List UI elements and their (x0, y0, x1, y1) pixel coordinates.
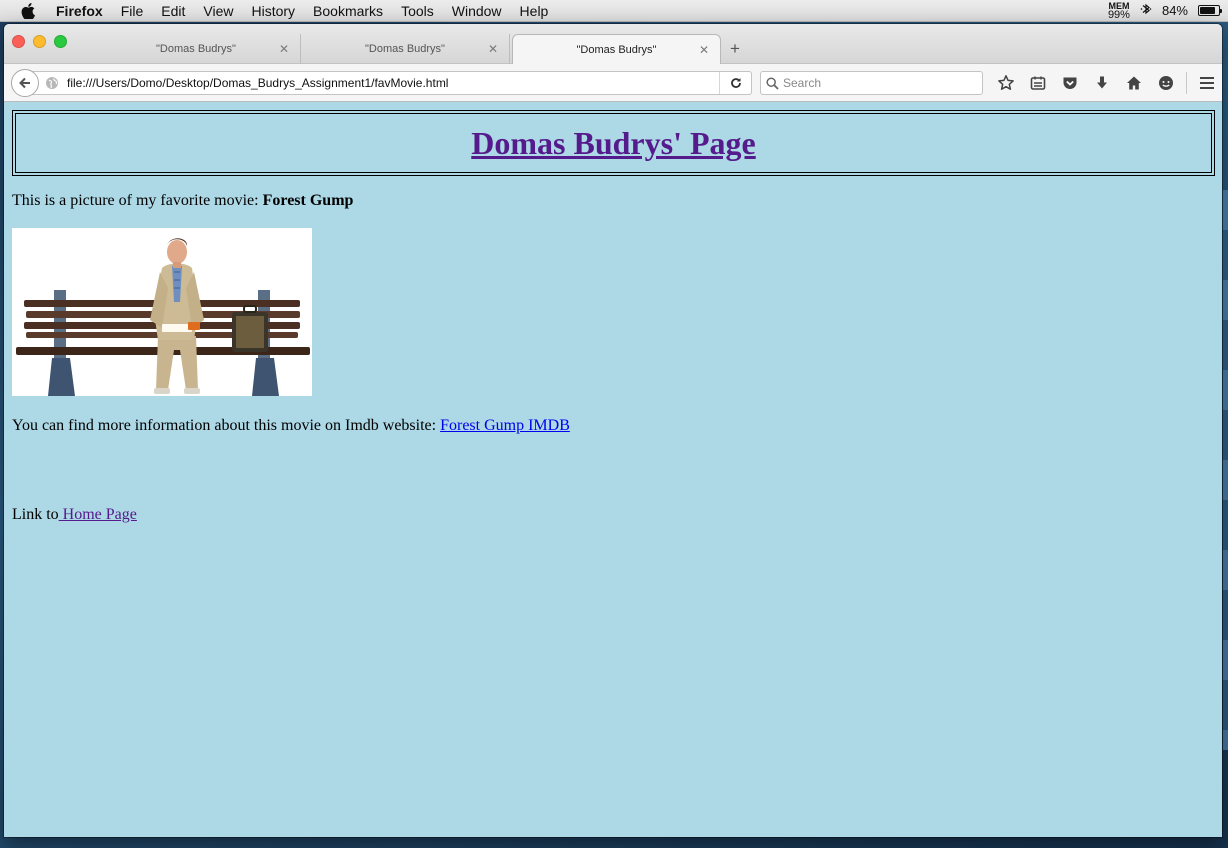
imdb-link[interactable]: Forest Gump IMDB (440, 417, 570, 434)
hamburger-menu-icon[interactable] (1191, 72, 1222, 94)
home-page-link[interactable]: Home Page (59, 506, 137, 523)
minimize-window-button[interactable] (33, 35, 46, 48)
search-bar[interactable] (760, 71, 983, 95)
zoom-window-button[interactable] (54, 35, 67, 48)
menu-firefox[interactable]: Firefox (56, 3, 112, 19)
home-icon[interactable] (1118, 72, 1150, 94)
new-tab-button[interactable]: + (721, 34, 749, 64)
pocket-icon[interactable] (1054, 72, 1086, 94)
close-tab-icon[interactable]: ✕ (698, 43, 710, 57)
memory-indicator[interactable]: MEM 99% (1107, 1, 1130, 21)
memory-value: 99% (1107, 8, 1130, 21)
reload-icon[interactable] (719, 72, 751, 94)
toolbar-icons (990, 72, 1222, 94)
back-button[interactable] (11, 69, 39, 97)
tab-title: "Domas Budrys" (365, 43, 445, 55)
url-bar[interactable]: file:///Users/Domo/Desktop/Domas_Budrys_… (26, 71, 752, 95)
bluetooth-icon[interactable] (1140, 2, 1152, 19)
home-paragraph: Link to Home Page (12, 506, 137, 524)
search-icon (761, 76, 783, 90)
close-tab-icon[interactable]: ✕ (487, 42, 499, 56)
menu-help[interactable]: Help (511, 3, 558, 19)
battery-percentage: 84% (1161, 3, 1188, 18)
link-prefix: Link to (12, 506, 59, 523)
battery-fill (1200, 7, 1216, 14)
browser-window: "Domas Budrys" ✕ "Domas Budrys" ✕ "Domas… (4, 24, 1222, 837)
tab-3-active[interactable]: "Domas Budrys" ✕ (512, 34, 721, 65)
movie-name: Forest Gump (262, 192, 354, 209)
movie-picture (12, 228, 312, 396)
intro-paragraph: This is a picture of my favorite movie: … (12, 192, 353, 210)
toolbar-separator (1186, 72, 1187, 94)
close-window-button[interactable] (12, 35, 25, 48)
back-arrow-icon (19, 77, 30, 89)
menu-window[interactable]: Window (443, 3, 511, 19)
info-text: You can find more information about this… (12, 417, 441, 434)
imdb-paragraph: You can find more information about this… (12, 417, 570, 435)
window-controls (12, 35, 67, 48)
close-tab-icon[interactable]: ✕ (278, 42, 290, 56)
header-cell: Domas Budrys' Page (15, 113, 1212, 173)
downloads-icon[interactable] (1086, 72, 1118, 94)
bookmark-star-icon[interactable] (990, 72, 1022, 94)
tab-title: "Domas Budrys" (156, 43, 236, 55)
menu-tools[interactable]: Tools (392, 3, 443, 19)
globe-icon[interactable] (45, 75, 61, 91)
macos-menu-bar: Firefox File Edit View History Bookmarks… (0, 0, 1228, 22)
url-text[interactable]: file:///Users/Domo/Desktop/Domas_Budrys_… (67, 76, 448, 90)
header-table: Domas Budrys' Page (12, 110, 1215, 176)
menu-history[interactable]: History (242, 3, 304, 19)
menu-view[interactable]: View (194, 3, 242, 19)
menu-bookmarks[interactable]: Bookmarks (304, 3, 392, 19)
hello-chat-icon[interactable] (1150, 72, 1182, 94)
page-title-link[interactable]: Domas Budrys' Page (471, 125, 755, 162)
reading-list-icon[interactable] (1022, 72, 1054, 94)
status-area: MEM 99% 84% (1107, 1, 1228, 21)
tab-1[interactable]: "Domas Budrys" ✕ (92, 34, 301, 64)
battery-icon[interactable] (1198, 5, 1222, 16)
apple-menu-icon[interactable] (0, 2, 56, 19)
web-page: Domas Budrys' Page This is a picture of … (4, 103, 1222, 837)
tab-title: "Domas Budrys" (576, 44, 657, 56)
desktop-background-peek (1223, 190, 1228, 750)
menu-file[interactable]: File (112, 3, 153, 19)
search-input[interactable] (783, 76, 973, 90)
tab-2[interactable]: "Domas Budrys" ✕ (301, 34, 510, 64)
tab-strip: "Domas Budrys" ✕ "Domas Budrys" ✕ "Domas… (4, 24, 1222, 65)
intro-text: This is a picture of my favorite movie: (12, 192, 263, 209)
navigation-toolbar: file:///Users/Domo/Desktop/Domas_Budrys_… (4, 64, 1222, 102)
menu-edit[interactable]: Edit (152, 3, 194, 19)
